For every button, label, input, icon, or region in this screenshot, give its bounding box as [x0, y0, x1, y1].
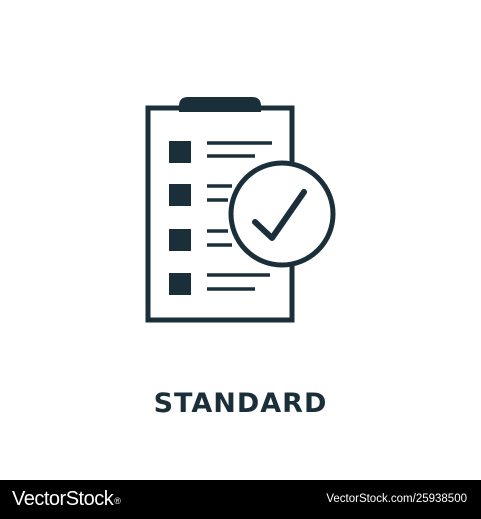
icon-canvas: STANDARD [0, 0, 481, 480]
checkbox-3 [169, 229, 191, 251]
watermark-footer: VectorStock® VectorStock.com/25938500 [0, 480, 481, 519]
checkbox-4 [169, 273, 191, 295]
image-id-text: VectorStock.com/25938500 [326, 493, 467, 505]
checkbox-2 [169, 184, 191, 206]
brand-logo: VectorStock® [12, 486, 121, 512]
brand-text: VectorStock [12, 488, 114, 510]
registered-mark: ® [114, 496, 121, 506]
check-badge-circle [228, 160, 336, 268]
icon-caption: STANDARD [153, 388, 328, 419]
clipboard-clip [179, 97, 261, 112]
checkbox-1 [169, 141, 191, 163]
